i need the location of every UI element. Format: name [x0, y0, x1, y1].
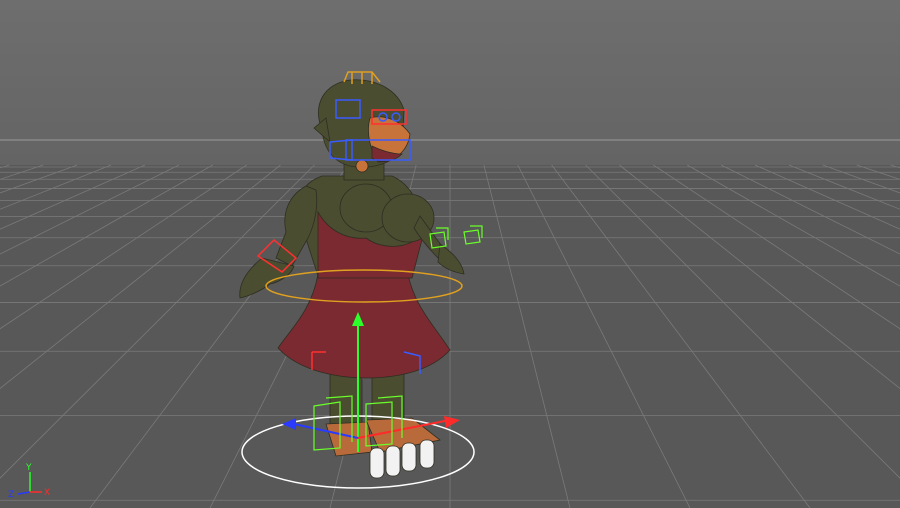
gizmo-z-label: Z	[8, 490, 14, 500]
gizmo-y-label: Y	[25, 463, 32, 473]
gizmo-x-label: X	[44, 488, 50, 498]
3d-viewport[interactable]: Y X Z	[0, 0, 900, 508]
wattle	[355, 159, 369, 173]
viewport-canvas[interactable]: Y X Z	[0, 0, 900, 508]
